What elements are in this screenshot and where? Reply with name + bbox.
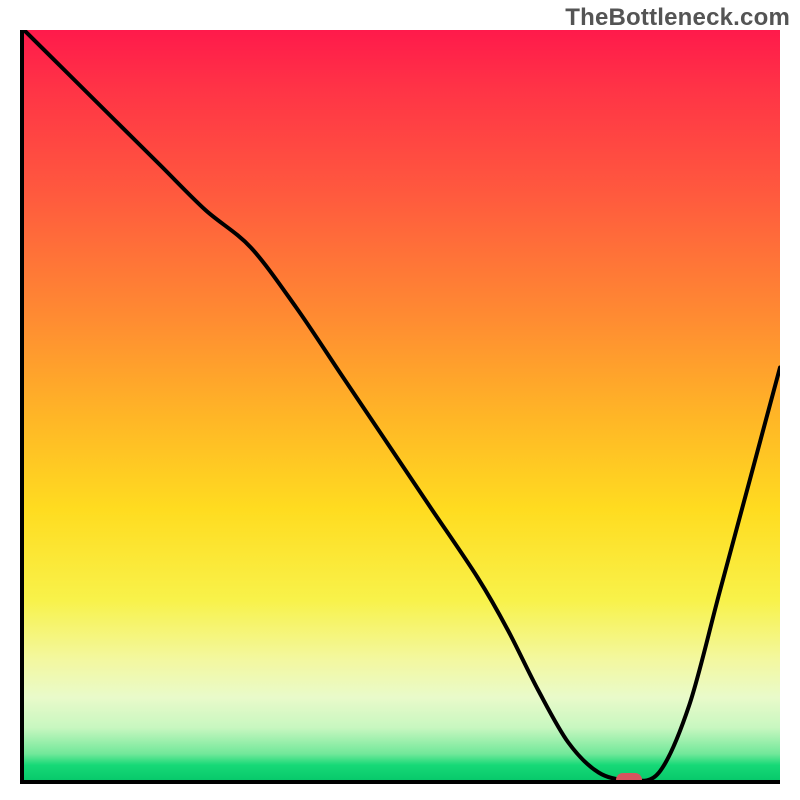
- watermark-text: TheBottleneck.com: [565, 4, 790, 32]
- bottleneck-curve: [24, 30, 780, 780]
- optimum-marker: [616, 773, 642, 784]
- chart-container: TheBottleneck.com: [0, 0, 800, 800]
- plot-area: [20, 30, 780, 784]
